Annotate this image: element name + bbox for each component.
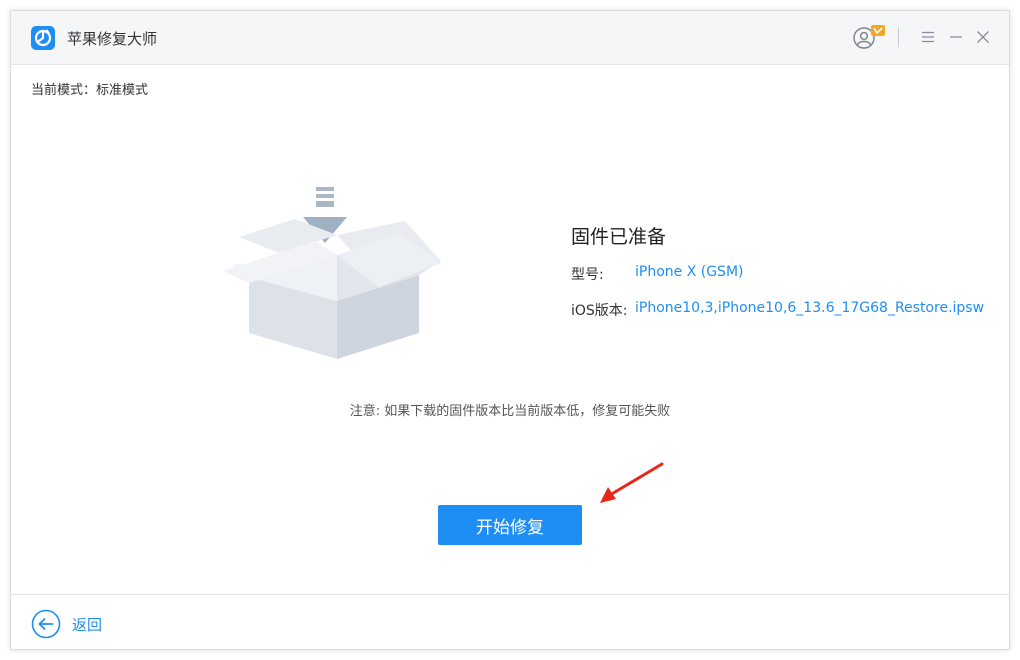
- close-icon[interactable]: [974, 28, 992, 46]
- ios-version-value: iPhone10,3,iPhone10,6_13.6_17G68_Restore…: [635, 300, 985, 316]
- warning-note: 注意: 如果下载的固件版本比当前版本低，修复可能失败: [349, 404, 671, 419]
- vip-badge-icon: [871, 25, 885, 36]
- back-label[interactable]: 返回: [72, 614, 102, 635]
- menu-icon[interactable]: [919, 28, 937, 46]
- open-box-download-icon: [223, 187, 441, 359]
- titlebar-divider: [898, 27, 899, 47]
- footer-bar: 返回: [11, 594, 1009, 650]
- app-window: 苹果修复大师 当前模式：标准模式 固件已准备 型号: iPhone X (GSM…: [10, 10, 1010, 650]
- minimize-icon[interactable]: [947, 28, 965, 46]
- model-label: 型号:: [571, 267, 604, 283]
- model-value: iPhone X (GSM): [635, 264, 744, 280]
- app-logo-icon: [31, 26, 55, 50]
- red-arrow-icon: [600, 462, 664, 503]
- title-bar: 苹果修复大师: [11, 11, 1009, 65]
- current-mode-label: 当前模式：标准模式: [31, 83, 149, 98]
- start-repair-button[interactable]: 开始修复: [438, 505, 582, 545]
- app-title: 苹果修复大师: [67, 30, 158, 48]
- firmware-ready-title: 固件已准备: [571, 226, 667, 248]
- back-arrow-icon[interactable]: [31, 609, 61, 639]
- ios-version-label: iOS版本:: [571, 303, 628, 319]
